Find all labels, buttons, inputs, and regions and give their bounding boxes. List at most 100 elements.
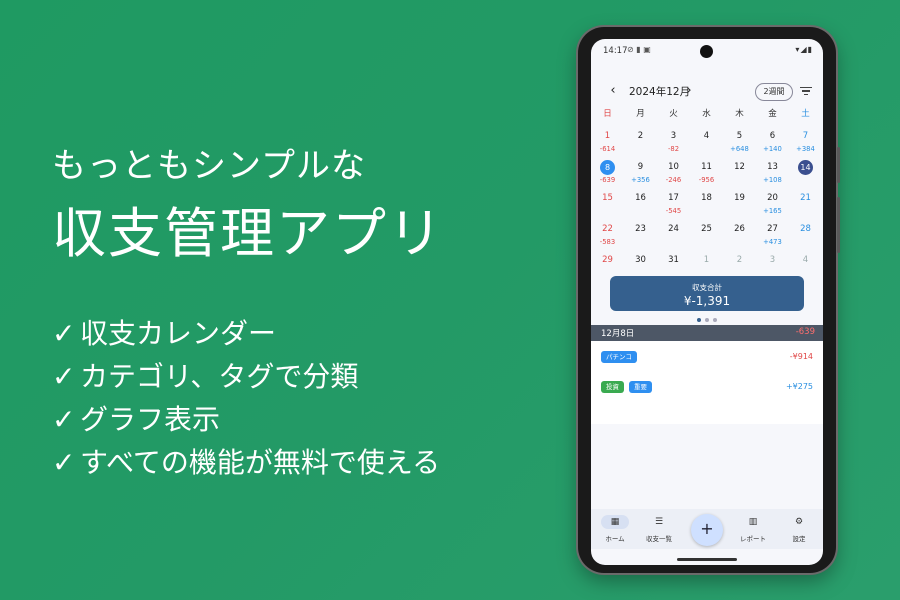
entry-amount: -¥914 — [789, 352, 813, 361]
calendar-day[interactable]: 8 — [591, 160, 624, 175]
nav-list[interactable]: ☰ 収支一覧 — [639, 515, 679, 543]
check-icon: ✓ — [52, 403, 76, 436]
signal-battery-icons: ▾◢▮ — [795, 45, 813, 54]
calendar-day[interactable]: 10 — [657, 160, 690, 174]
feature-item: ✓ グラフ表示 — [52, 398, 444, 441]
feature-item: ✓ すべての機能が無料で使える — [52, 441, 444, 484]
entry-list: パチンコ -¥914 投資 重要 +¥275 — [591, 341, 823, 424]
gesture-bar — [677, 558, 737, 561]
calendar-day[interactable]: 25 — [690, 222, 723, 236]
calendar-day[interactable]: 14 — [789, 160, 822, 175]
calendar-week: 1 -614 2 3 -82 4 5 +648 6 +140 7 +384 — [591, 123, 823, 154]
summary-card[interactable]: 収支合計 ¥-1,391 — [610, 276, 804, 311]
entry-row[interactable]: 投資 重要 +¥275 — [591, 377, 823, 397]
day-header-total: -639 — [795, 327, 815, 337]
add-button[interactable]: + — [691, 514, 723, 546]
range-chip[interactable]: 2週間 — [755, 83, 793, 101]
weekday-label: 月 — [636, 109, 645, 119]
tag-chip: パチンコ — [601, 351, 637, 363]
entry-row[interactable]: パチンコ -¥914 — [591, 347, 823, 367]
calendar-day[interactable]: 17 — [657, 191, 690, 205]
calendar-day[interactable]: 16 — [624, 191, 657, 205]
calendar-toolbar: ‹ 2024年12月 › 2週間 — [591, 81, 823, 103]
calendar-day[interactable]: 24 — [657, 222, 690, 236]
camera-cutout — [700, 45, 713, 58]
calendar-day[interactable]: 1 — [690, 253, 723, 267]
calendar-day[interactable]: 26 — [723, 222, 756, 236]
tag-chip: 重要 — [629, 381, 652, 393]
calendar-day[interactable]: 27 — [756, 222, 789, 236]
calendar-day[interactable]: 4 — [690, 129, 723, 143]
check-icon: ✓ — [52, 360, 76, 393]
check-icon: ✓ — [52, 317, 76, 350]
calendar-day[interactable]: 23 — [624, 222, 657, 236]
summary-value: ¥-1,391 — [683, 294, 731, 308]
weekday-label: 土 — [801, 109, 810, 119]
volume-button — [837, 197, 840, 253]
calendar-day[interactable]: 4 — [789, 253, 822, 267]
day-amount: -82 — [667, 145, 680, 153]
next-month-button[interactable]: › — [681, 83, 697, 99]
day-amount: +473 — [763, 238, 782, 246]
tag-chip: 投資 — [601, 381, 624, 393]
calendar-day[interactable]: 2 — [624, 129, 657, 143]
calendar-day[interactable]: 3 — [657, 129, 690, 143]
entry-amount: +¥275 — [785, 382, 813, 391]
calendar-day[interactable]: 9 — [624, 160, 657, 174]
calendar-week: 8 -639 9 +356 10 -246 11 -956 12 13 +108 14 — [591, 154, 823, 185]
filter-icon[interactable] — [799, 85, 813, 99]
nav-settings[interactable]: ⚙ 設定 — [779, 515, 819, 543]
calendar-day[interactable]: 3 — [756, 253, 789, 267]
gear-icon: ⚙ — [794, 517, 804, 527]
day-header: 12月8日 -639 — [591, 325, 823, 341]
day-amount: +165 — [763, 207, 782, 215]
day-amount: -639 — [599, 176, 616, 184]
weekday-label: 金 — [768, 109, 777, 119]
weekday-label: 木 — [735, 109, 744, 119]
nav-home[interactable]: ▦ ホーム — [595, 515, 635, 543]
day-amount: +384 — [796, 145, 815, 153]
calendar-day[interactable]: 28 — [789, 222, 822, 236]
calendar-day[interactable]: 13 — [756, 160, 789, 174]
summary-label: 収支合計 — [692, 283, 722, 292]
notification-icons: ⊘ ▮ ▣ — [627, 45, 651, 54]
calendar-day[interactable]: 31 — [657, 253, 690, 267]
calendar-day[interactable]: 19 — [723, 191, 756, 205]
calendar-day[interactable]: 22 — [591, 222, 624, 236]
day-amount: -614 — [599, 145, 616, 153]
weekday-label: 火 — [669, 109, 678, 119]
calendar-day[interactable]: 5 — [723, 129, 756, 143]
prev-month-button[interactable]: ‹ — [605, 83, 621, 99]
selected-day-marker: 8 — [600, 160, 615, 175]
calendar-day[interactable]: 20 — [756, 191, 789, 205]
list-icon: ☰ — [654, 517, 664, 527]
calendar-day[interactable]: 1 — [591, 129, 624, 143]
day-amount: -956 — [698, 176, 715, 184]
calendar-day[interactable]: 7 — [789, 129, 822, 143]
feature-item: ✓ カテゴリ、タグで分類 — [52, 355, 444, 398]
calendar-day[interactable]: 18 — [690, 191, 723, 205]
phone-frame: 14:17 ⊘ ▮ ▣ ▾◢▮ ‹ 2024年12月 › 2週間 日 月 火 水 木 金 土… — [578, 27, 840, 573]
day-amount: -583 — [599, 238, 616, 246]
day-amount: -545 — [665, 207, 682, 215]
check-icon: ✓ — [52, 446, 76, 479]
feature-list: ✓ 収支カレンダー ✓ カテゴリ、タグで分類 ✓ グラフ表示 ✓ すべての機能が無料で使… — [52, 312, 444, 484]
calendar-day[interactable]: 2 — [723, 253, 756, 267]
day-amount: +108 — [763, 176, 782, 184]
calendar-day[interactable]: 30 — [624, 253, 657, 267]
page-dot — [713, 318, 717, 322]
weekday-label: 水 — [702, 109, 711, 119]
calendar-week: 22 -583 23 24 25 26 27 +473 28 — [591, 216, 823, 247]
calendar-day[interactable]: 6 — [756, 129, 789, 143]
nav-report[interactable]: ▥ レポート — [733, 515, 773, 543]
weekday-header: 日月火水木金土 — [591, 107, 823, 123]
calendar-day[interactable]: 29 — [591, 253, 624, 267]
day-amount: -246 — [665, 176, 682, 184]
day-amount: +140 — [763, 145, 782, 153]
calendar-day[interactable]: 11 — [690, 160, 723, 174]
day-header-date: 12月8日 — [601, 329, 635, 339]
calendar-day[interactable]: 15 — [591, 191, 624, 205]
calendar-day[interactable]: 21 — [789, 191, 822, 205]
day-amount: +356 — [631, 176, 650, 184]
calendar-day[interactable]: 12 — [723, 160, 756, 174]
